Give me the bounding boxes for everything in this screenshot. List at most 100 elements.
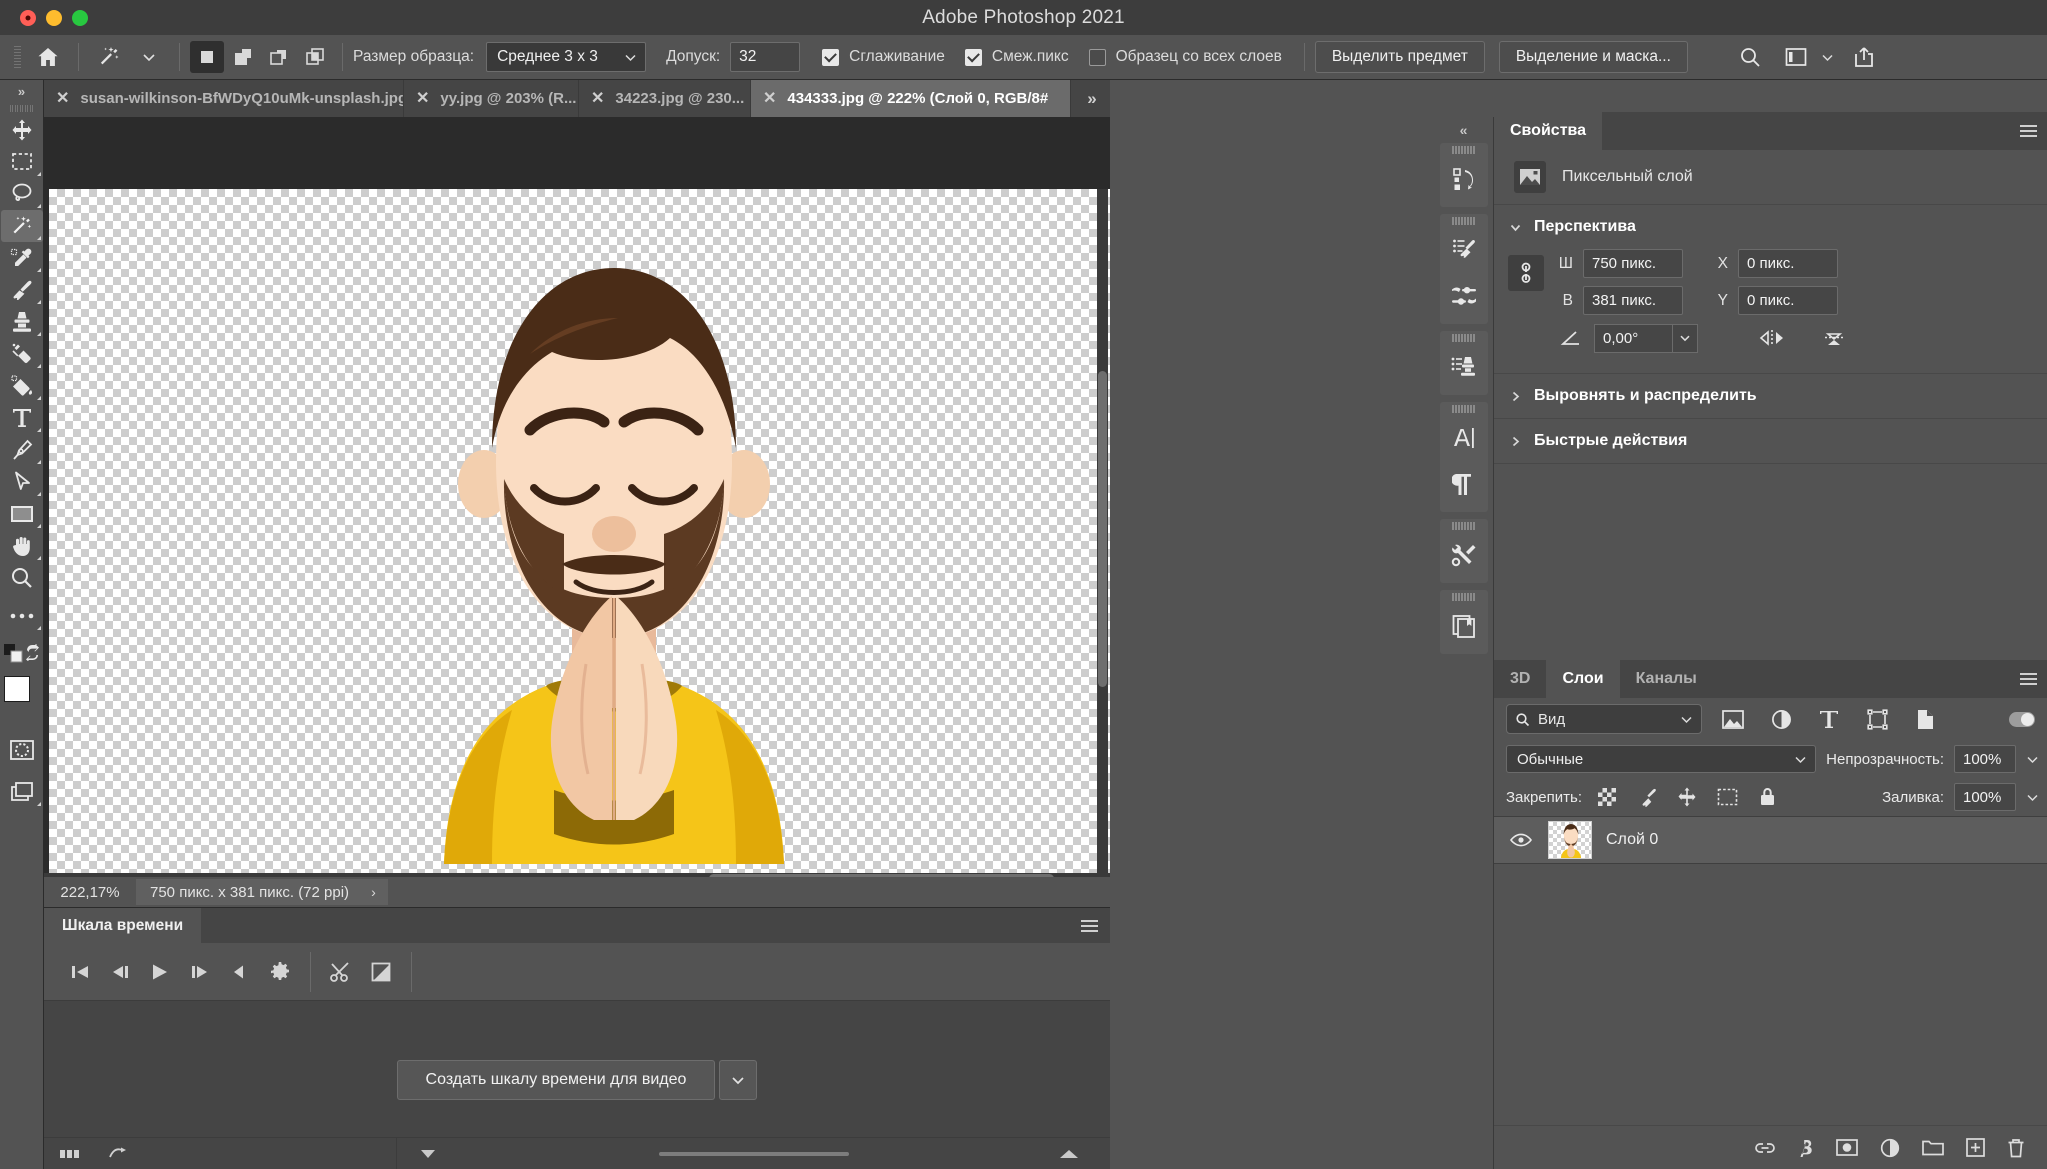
dock-grip[interactable] — [1440, 331, 1488, 344]
subtract-from-selection-button[interactable] — [262, 41, 296, 73]
play-button[interactable] — [140, 951, 180, 993]
close-icon[interactable]: ✕ — [416, 90, 429, 107]
document-tab-4[interactable]: ✕ 434333.jpg @ 222% (Слой 0, RGB/8# — [751, 80, 1071, 117]
lock-artboard-nesting-icon[interactable] — [1712, 784, 1742, 810]
filter-smart-object-icon[interactable] — [1908, 704, 1942, 734]
lock-all-icon[interactable] — [1752, 784, 1782, 810]
clone-stamp-tool[interactable] — [1, 306, 43, 338]
tab-layers[interactable]: Слои — [1546, 660, 1620, 698]
go-to-first-frame-button[interactable] — [60, 951, 100, 993]
close-icon[interactable]: ✕ — [763, 90, 776, 107]
all-layers-checkbox-group[interactable]: Образец со всех слоев — [1088, 48, 1282, 66]
eraser-tool[interactable] — [1, 338, 43, 370]
new-selection-button[interactable] — [190, 41, 224, 73]
paint-bucket-tool[interactable] — [1, 370, 43, 402]
dock-grip[interactable] — [1440, 143, 1488, 156]
lock-position-icon[interactable] — [1672, 784, 1702, 810]
filter-adjustment-icon[interactable] — [1764, 704, 1798, 734]
screen-mode-button[interactable] — [1, 776, 43, 808]
lock-transparent-pixels-icon[interactable] — [1592, 784, 1622, 810]
angle-field-group[interactable]: 0,00° — [1594, 323, 1698, 353]
history-panel-icon[interactable] — [1440, 156, 1488, 202]
transition-button[interactable] — [361, 951, 401, 993]
layer-row[interactable]: Слой 0 — [1494, 816, 2047, 864]
section-quick-actions-header[interactable]: Быстрые действия — [1494, 419, 2047, 463]
add-layer-mask-icon[interactable] — [1836, 1139, 1858, 1156]
eye-icon[interactable] — [1508, 833, 1534, 847]
filter-shape-icon[interactable] — [1860, 704, 1894, 734]
brush-tool[interactable] — [1, 274, 43, 306]
dock-grip[interactable] — [1440, 590, 1488, 603]
search-icon[interactable] — [1730, 40, 1770, 74]
panel-menu-icon[interactable] — [2020, 673, 2037, 685]
home-icon[interactable] — [28, 40, 68, 74]
y-input[interactable]: 0 пикс. — [1738, 286, 1838, 315]
new-adjustment-layer-icon[interactable] — [1880, 1138, 1900, 1158]
antialias-checkbox-group[interactable]: Сглаживание — [822, 48, 945, 66]
filter-enable-toggle[interactable] — [2009, 711, 2035, 727]
contiguous-checkbox[interactable] — [964, 48, 982, 66]
close-window-button[interactable] — [20, 9, 36, 26]
type-tool[interactable] — [1, 402, 43, 434]
section-perspective-header[interactable]: Перспектива — [1494, 205, 2047, 249]
dock-grip[interactable] — [1440, 519, 1488, 532]
contiguous-checkbox-group[interactable]: Смеж.пикс — [964, 48, 1069, 66]
dock-grip[interactable] — [1440, 214, 1488, 227]
convert-to-frames-icon[interactable] — [60, 1148, 82, 1160]
pen-tool[interactable] — [1, 434, 43, 466]
toolbar-grip[interactable] — [0, 102, 43, 114]
workspace-chevron-down-icon[interactable] — [1816, 40, 1840, 74]
filter-type-icon[interactable] — [1812, 704, 1846, 734]
filter-pixel-icon[interactable] — [1716, 704, 1750, 734]
sample-size-dropdown[interactable]: Среднее 3 x 3 — [486, 42, 647, 72]
intersect-with-selection-button[interactable] — [298, 41, 332, 73]
libraries-panel-icon[interactable] — [1440, 603, 1488, 649]
add-to-selection-button[interactable] — [226, 41, 260, 73]
toolbar-collapse-icon[interactable]: » — [0, 80, 43, 102]
lasso-tool[interactable] — [1, 178, 43, 210]
scrollbar-thumb[interactable] — [1098, 371, 1107, 687]
dock-grip[interactable] — [1440, 402, 1488, 415]
more-tabs-icon[interactable]: » — [1074, 80, 1110, 117]
panel-menu-icon[interactable] — [1081, 919, 1098, 932]
tab-properties[interactable]: Свойства — [1494, 112, 1603, 150]
path-selection-tool[interactable] — [1, 466, 43, 498]
foreground-color-swatch[interactable] — [3, 676, 30, 702]
create-video-timeline-button[interactable]: Создать шкалу времени для видео — [396, 1060, 716, 1100]
options-bar-grip[interactable] — [14, 40, 24, 74]
flip-vertical-icon[interactable] — [1814, 323, 1854, 353]
create-timeline-chevron-down-icon[interactable] — [719, 1060, 758, 1100]
default-colors-icon[interactable] — [3, 644, 24, 664]
next-frame-button[interactable] — [180, 951, 220, 993]
character-panel-icon[interactable] — [1440, 415, 1488, 461]
zoom-level[interactable]: 222,17% — [44, 884, 136, 901]
canvas-area[interactable] — [44, 117, 1110, 884]
rectangular-marquee-tool[interactable] — [1, 146, 43, 178]
all-layers-checkbox[interactable] — [1088, 48, 1106, 66]
fill-input[interactable]: 100% — [1954, 783, 2016, 811]
brushes-panel-icon[interactable] — [1440, 273, 1488, 319]
blend-mode-dropdown[interactable]: Обычные — [1506, 745, 1817, 773]
zoom-tool[interactable] — [1, 562, 43, 594]
x-input[interactable]: 0 пикс. — [1738, 249, 1838, 278]
document-tab-1[interactable]: ✕ susan-wilkinson-BfWDyQ10uMk-unsplash.j… — [44, 80, 404, 117]
flip-horizontal-icon[interactable] — [1752, 323, 1792, 353]
tab-timeline[interactable]: Шкала времени — [44, 908, 202, 943]
document-tab-2[interactable]: ✕ yy.jpg @ 203% (R... — [404, 80, 579, 117]
angle-chevron-down-icon[interactable] — [1672, 323, 1698, 353]
move-tool[interactable] — [1, 114, 43, 146]
tool-preset-chevron-down-icon[interactable] — [129, 40, 169, 74]
render-video-icon[interactable] — [108, 1146, 130, 1162]
chevron-right-icon[interactable]: › — [371, 884, 376, 900]
link-aspect-ratio-icon[interactable] — [1508, 255, 1544, 291]
maximize-window-button[interactable] — [72, 9, 88, 26]
zoom-out-icon[interactable] — [419, 1149, 437, 1159]
opacity-chevron-down-icon[interactable] — [2026, 753, 2039, 766]
tab-3d[interactable]: 3D — [1494, 660, 1546, 698]
delete-layer-icon[interactable] — [2007, 1138, 2025, 1158]
antialias-checkbox[interactable] — [822, 48, 840, 66]
document-tab-3[interactable]: ✕ 34223.jpg @ 230... — [579, 80, 751, 117]
timeline-zoom-slider[interactable] — [658, 1151, 849, 1156]
magic-wand-tool[interactable] — [0, 210, 43, 242]
magic-wand-icon[interactable] — [89, 40, 129, 74]
